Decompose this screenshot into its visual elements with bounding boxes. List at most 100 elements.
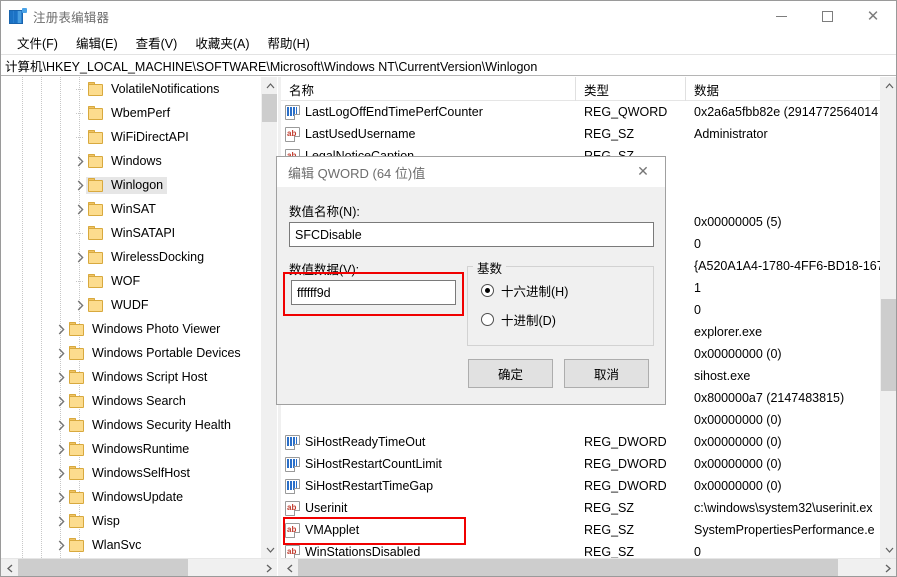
tree-item-windows-search[interactable]: Windows Search — [1, 389, 261, 413]
tree-item-label: Winlogon — [111, 178, 163, 192]
tree-vertical-scrollbar[interactable] — [261, 77, 277, 558]
tree-item-windows-photo-viewer[interactable]: Windows Photo Viewer — [1, 317, 261, 341]
tree-indent — [1, 245, 72, 269]
tree-item-windows-security-health[interactable]: Windows Security Health — [1, 413, 261, 437]
tree-item-wirelessdocking[interactable]: WirelessDocking — [1, 245, 261, 269]
value-name-input[interactable]: SFCDisable — [289, 222, 654, 247]
window-title: 注册表编辑器 — [33, 7, 109, 26]
tree-item-windows-portable-devices[interactable]: Windows Portable Devices — [1, 341, 261, 365]
tree-horizontal-scrollbar[interactable] — [1, 558, 277, 576]
base-group-label: 基数 — [473, 258, 506, 277]
menu-view[interactable]: 查看(V) — [127, 31, 187, 55]
tree-item-wifidirectapi[interactable]: WiFiDirectAPI — [1, 125, 261, 149]
tree-scroll-thumb[interactable] — [262, 94, 277, 122]
tree-item-winsatapi[interactable]: WinSATAPI — [1, 221, 261, 245]
tree-item-winsat[interactable]: WinSAT — [1, 197, 261, 221]
close-button[interactable]: ✕ — [850, 1, 896, 32]
list-scroll-up-button[interactable] — [881, 77, 896, 94]
chevron-right-icon[interactable] — [53, 317, 69, 341]
table-row[interactable]: SiHostReadyTimeOutREG_DWORD0x00000000 (0… — [281, 431, 880, 453]
value-type-cell: REG_DWORD — [576, 457, 686, 471]
table-row[interactable]: abLastUsedUsernameREG_SZAdministrator — [281, 123, 880, 145]
tree-indent — [1, 149, 72, 173]
table-row[interactable]: SiHostRestartTimeGapREG_DWORD0x00000000 … — [281, 475, 880, 497]
tree-connector — [76, 89, 84, 90]
chevron-right-icon[interactable] — [72, 149, 88, 173]
list-vertical-scrollbar[interactable] — [880, 77, 896, 558]
tree-item-wudf[interactable]: WUDF — [1, 293, 261, 317]
value-type-cell: REG_DWORD — [576, 479, 686, 493]
ok-button[interactable]: 确定 — [468, 359, 553, 388]
chevron-right-icon[interactable] — [53, 389, 69, 413]
value-data-cell: {A520A1A4-1780-4FF6-BD18-167 — [686, 259, 880, 273]
list-scroll-down-button[interactable] — [881, 541, 896, 558]
value-data-cell: SystemPropertiesPerformance.e — [686, 523, 880, 537]
menu-favorites[interactable]: 收藏夹(A) — [186, 31, 258, 55]
minimize-button[interactable] — [758, 1, 804, 32]
column-header-data[interactable]: 数据 — [686, 77, 880, 101]
value-data-input[interactable]: ffffff9d — [291, 280, 456, 305]
tree-item-wlansvc[interactable]: WlanSvc — [1, 533, 261, 557]
tree-hscroll-thumb[interactable] — [18, 559, 188, 576]
table-row[interactable]: abUserinitREG_SZc:\windows\system32\user… — [281, 497, 880, 519]
table-row[interactable]: abVMAppletREG_SZSystemPropertiesPerforma… — [281, 519, 880, 541]
binary-value-icon — [285, 457, 300, 472]
dialog-close-button[interactable]: ✕ — [621, 157, 665, 187]
value-name-text: SiHostReadyTimeOut — [305, 435, 425, 449]
column-header-type[interactable]: 类型 — [576, 77, 686, 101]
table-row[interactable]: LastLogOffEndTimePerfCounterREG_QWORD0x2… — [281, 101, 880, 123]
table-row[interactable]: abWinStationsDisabledREG_SZ0 — [281, 541, 880, 558]
tree-item-windowsupdate[interactable]: WindowsUpdate — [1, 485, 261, 509]
value-data-cell: 0x2a6a5fbb82e (2914772564014 — [686, 105, 880, 119]
tree-item-volatilenotifications[interactable]: VolatileNotifications — [1, 77, 261, 101]
maximize-button[interactable] — [804, 1, 850, 32]
registry-tree[interactable]: VolatileNotificationsWbemPerfWiFiDirectA… — [1, 77, 261, 558]
list-scroll-left-button[interactable] — [281, 559, 298, 576]
chevron-right-icon[interactable] — [72, 293, 88, 317]
menu-help[interactable]: 帮助(H) — [258, 31, 318, 55]
menu-edit[interactable]: 编辑(E) — [67, 31, 127, 55]
tree-item-label: WindowsRuntime — [92, 442, 189, 456]
table-row[interactable]: SiHostRestartCountLimitREG_DWORD0x000000… — [281, 453, 880, 475]
tree-scroll-left-button[interactable] — [1, 559, 18, 576]
tree-item-windows-script-host[interactable]: Windows Script Host — [1, 365, 261, 389]
cancel-button[interactable]: 取消 — [564, 359, 649, 388]
radio-decimal-indicator — [481, 313, 494, 326]
chevron-right-icon[interactable] — [72, 245, 88, 269]
chevron-right-icon[interactable] — [53, 461, 69, 485]
chevron-right-icon[interactable] — [53, 485, 69, 509]
tree-item-winlogon[interactable]: Winlogon — [1, 173, 261, 197]
tree-scroll-up-button[interactable] — [262, 77, 277, 94]
radio-hexadecimal[interactable]: 十六进制(H) — [481, 281, 568, 300]
chevron-right-icon[interactable] — [53, 437, 69, 461]
tree-scroll-down-button[interactable] — [262, 541, 277, 558]
tree-item-wof[interactable]: WOF — [1, 269, 261, 293]
value-name-cell: LastLogOffEndTimePerfCounter — [281, 105, 576, 120]
list-scroll-right-button[interactable] — [879, 559, 896, 576]
chevron-right-icon[interactable] — [53, 413, 69, 437]
tree-item-windowsselfhost[interactable]: WindowsSelfHost — [1, 461, 261, 485]
table-row[interactable]: 0x00000000 (0) — [281, 409, 880, 431]
list-horizontal-scrollbar[interactable] — [281, 558, 896, 576]
radio-decimal[interactable]: 十进制(D) — [481, 310, 556, 329]
value-name-text: SiHostRestartTimeGap — [305, 479, 433, 493]
chevron-right-icon[interactable] — [53, 533, 69, 557]
chevron-right-icon[interactable] — [53, 365, 69, 389]
menu-file[interactable]: 文件(F) — [8, 31, 67, 55]
folder-icon — [88, 250, 105, 264]
tree-scroll-right-button[interactable] — [260, 559, 277, 576]
tree-leaf-stub — [72, 125, 88, 149]
column-header-name[interactable]: 名称 — [281, 77, 576, 101]
list-hscroll-thumb[interactable] — [298, 559, 838, 576]
tree-item-windows[interactable]: Windows — [1, 149, 261, 173]
address-bar[interactable]: 计算机\HKEY_LOCAL_MACHINE\SOFTWARE\Microsof… — [1, 54, 896, 76]
list-scroll-thumb[interactable] — [881, 299, 896, 391]
tree-item-windowsruntime[interactable]: WindowsRuntime — [1, 437, 261, 461]
value-data-cell: 0 — [686, 545, 880, 558]
chevron-right-icon[interactable] — [72, 197, 88, 221]
radio-decimal-label: 十进制(D) — [501, 310, 556, 329]
chevron-right-icon[interactable] — [53, 509, 69, 533]
tree-item-wisp[interactable]: Wisp — [1, 509, 261, 533]
tree-item-wbemperf[interactable]: WbemPerf — [1, 101, 261, 125]
chevron-right-icon[interactable] — [53, 341, 69, 365]
